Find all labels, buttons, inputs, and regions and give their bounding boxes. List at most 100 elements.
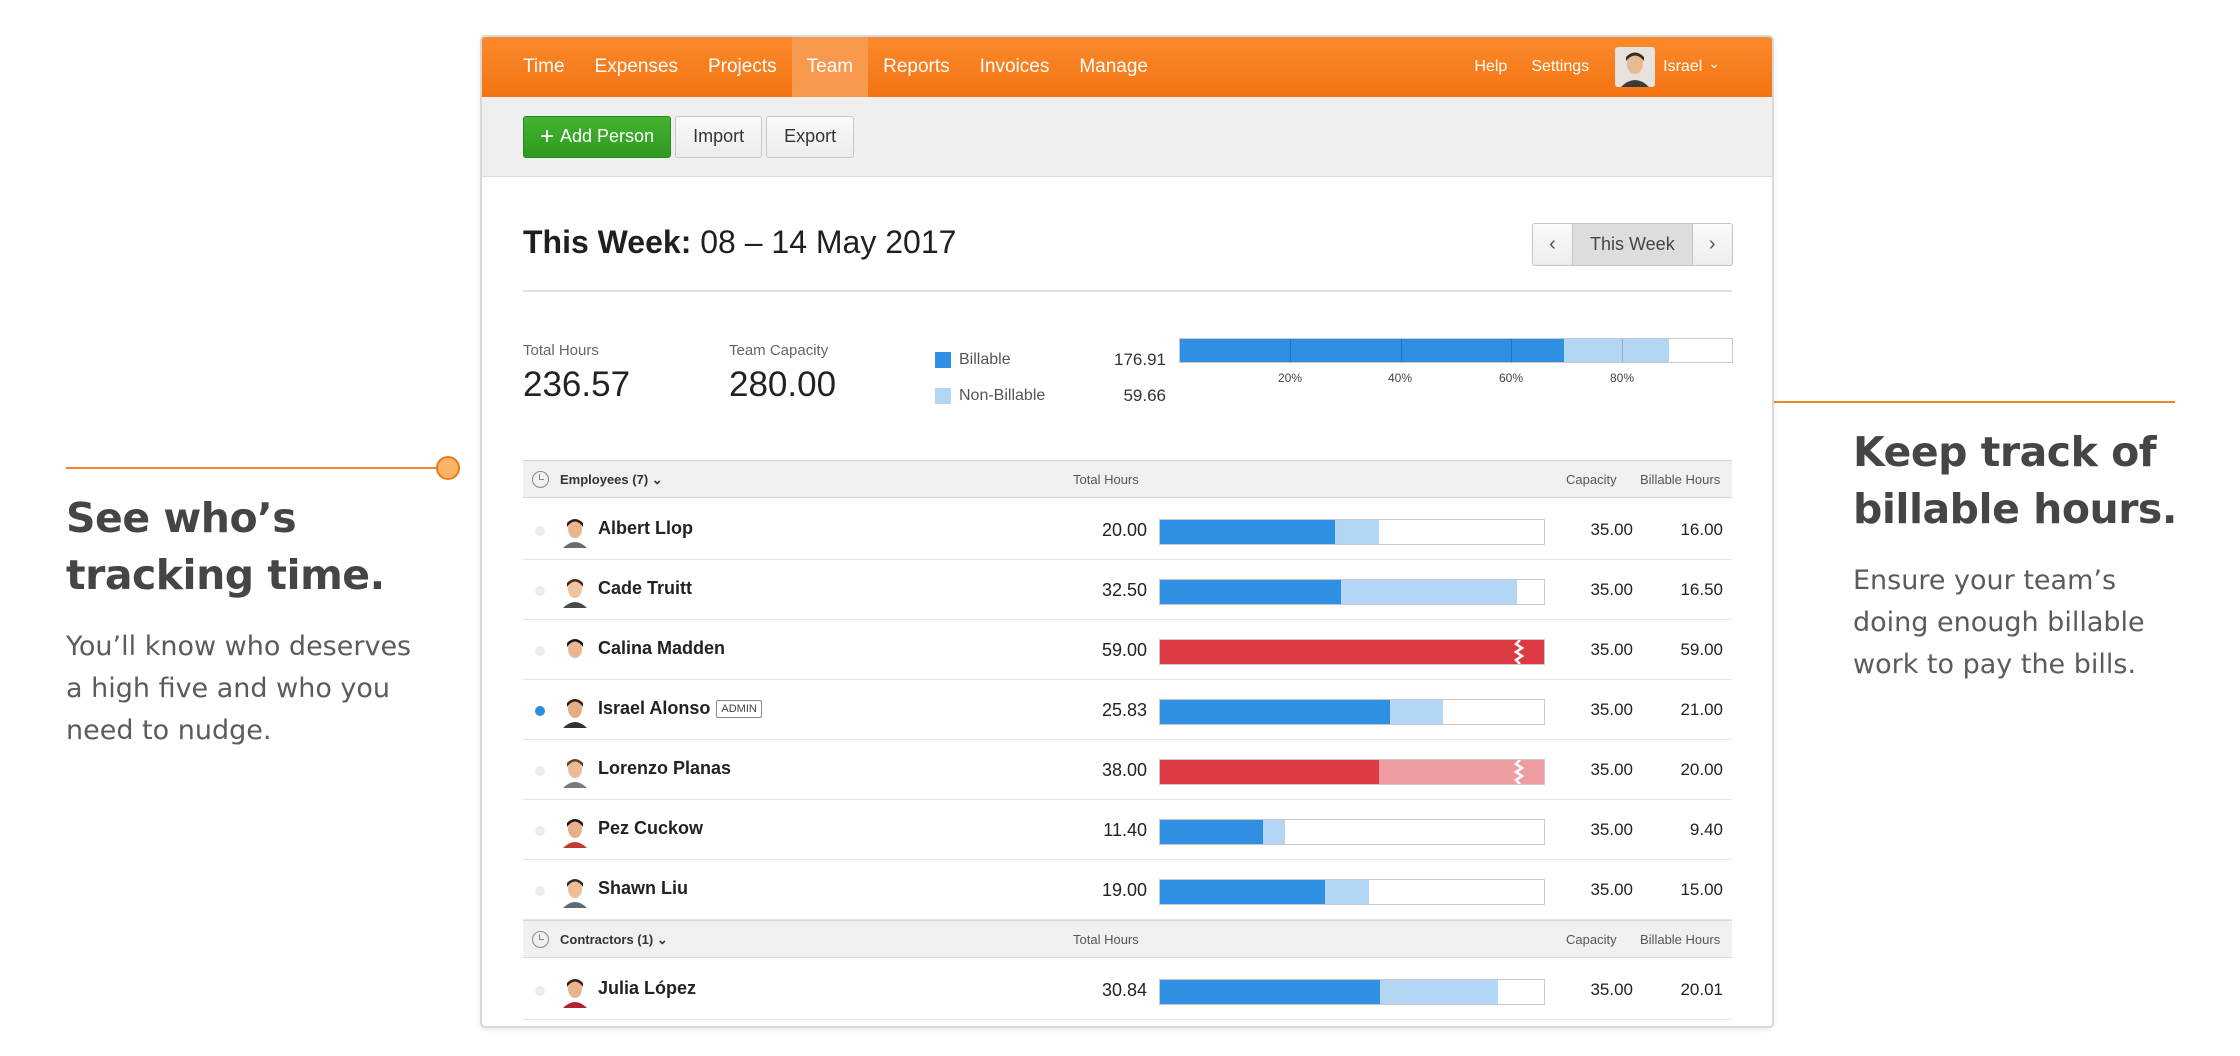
nav-time[interactable]: Time: [508, 37, 580, 97]
summary-billable-segment: [1180, 339, 1564, 362]
billable-hours-value: 21.00: [1680, 700, 1723, 719]
add-person-button[interactable]: + Add Person: [523, 115, 672, 158]
nav-help[interactable]: Help: [1462, 58, 1519, 76]
table-row[interactable]: Pez Cuckow 11.40 35.00 9.40: [523, 800, 1732, 860]
nav-settings[interactable]: Settings: [1519, 58, 1601, 76]
tick-label-20: 20%: [1277, 371, 1303, 385]
user-menu[interactable]: Israel ⌄: [1615, 47, 1720, 87]
table-row[interactable]: Shawn Liu 19.00 35.00 15.00: [523, 860, 1732, 920]
tick-label-60: 60%: [1498, 371, 1524, 385]
table-row[interactable]: Lorenzo Planas 38.00 35.00 20.00: [523, 740, 1732, 800]
nav-right-group: Help Settings Israel ⌄: [1462, 37, 1772, 97]
hours-capacity-bar: [1159, 699, 1545, 725]
total-hours-value: 38.00: [1101, 760, 1147, 780]
billable-segment: [1160, 520, 1335, 544]
billable-segment: [1160, 580, 1341, 604]
timer-status-dot: [535, 586, 545, 596]
avatar: [560, 694, 590, 728]
left-callout-title: See who’s tracking time.: [66, 494, 385, 599]
avatar: [560, 514, 590, 548]
capacity-value: 35.00: [1590, 700, 1633, 719]
capacity-value: 35.00: [1590, 520, 1633, 539]
column-total-hours: Total Hours: [1073, 932, 1139, 947]
summary-tick: [1621, 339, 1623, 362]
tick-label-80: 80%: [1609, 371, 1635, 385]
team-capacity-stat: Team Capacity 280.00: [729, 342, 836, 405]
legend-nonbillable: Non-Billable: [935, 378, 1045, 414]
import-button[interactable]: Import: [675, 115, 763, 158]
timer-status-dot: [535, 886, 545, 896]
billable-segment: [1160, 880, 1325, 904]
legend-values: 176.91 59.66: [1102, 342, 1166, 414]
person-name[interactable]: Pez Cuckow: [598, 818, 703, 839]
hours-capacity-bar: [1159, 519, 1545, 545]
table-row[interactable]: Albert Llop 20.00 35.00 16.00: [523, 500, 1732, 560]
total-hours-value: 32.50: [1101, 580, 1147, 600]
nav-manage[interactable]: Manage: [1064, 37, 1163, 97]
legend-nonbillable-label: Non-Billable: [959, 387, 1046, 404]
hours-capacity-bar: [1159, 579, 1545, 605]
person-name[interactable]: Calina Madden: [598, 638, 725, 659]
billable-segment: [1160, 760, 1379, 784]
nav-expenses[interactable]: Expenses: [580, 37, 693, 97]
user-avatar: [1615, 47, 1656, 87]
capacity-value: 35.00: [1590, 640, 1633, 659]
capacity-value: 35.00: [1590, 980, 1633, 999]
timer-status-dot: [535, 986, 545, 996]
summary-tick: [1511, 339, 1513, 362]
chevron-down-icon: ⌄: [1708, 54, 1720, 71]
person-name[interactable]: Cade Truitt: [598, 578, 692, 599]
header-divider: [523, 290, 1732, 292]
table-row[interactable]: Julia López 30.84 35.00 20.01: [523, 960, 1732, 1020]
timer-status-dot: [535, 766, 545, 776]
team-capacity-bar: [1179, 338, 1733, 363]
top-navigation: Time Expenses Projects Team Reports Invo…: [482, 37, 1772, 97]
left-callout-line: [66, 467, 446, 469]
column-billable-hours: Billable Hours: [1640, 472, 1721, 487]
person-name[interactable]: Lorenzo Planas: [598, 758, 731, 779]
nav-invoices[interactable]: Invoices: [965, 37, 1065, 97]
hours-capacity-bar: [1159, 639, 1545, 665]
billable-hours-value: 20.00: [1680, 760, 1723, 779]
page-title: This Week: 08 – 14 May 2017: [523, 224, 956, 261]
capacity-value: 35.00: [1590, 580, 1633, 599]
left-callout-marker: [436, 456, 460, 480]
person-name[interactable]: Shawn Liu: [598, 878, 688, 899]
billable-segment: [1160, 640, 1544, 664]
right-callout: Keep track of billable hours. Ensure you…: [1853, 424, 2183, 686]
billable-hours-total: 176.91: [1114, 350, 1166, 369]
team-capacity-label: Team Capacity: [729, 342, 829, 359]
export-button[interactable]: Export: [766, 115, 855, 158]
total-hours-stat: Total Hours 236.57: [523, 342, 630, 405]
billable-segment: [1160, 700, 1390, 724]
clock-icon: [532, 471, 549, 488]
person-name[interactable]: Julia López: [598, 978, 696, 999]
table-row[interactable]: Calina Madden 59.00 35.00 59.00: [523, 620, 1732, 680]
employees-group-header[interactable]: Employees (7) ⌄ Total Hours Capacity Bil…: [523, 460, 1732, 498]
table-row[interactable]: Cade Truitt 32.50 35.00 16.50: [523, 560, 1732, 620]
clock-icon: [532, 931, 549, 948]
person-name[interactable]: Albert Llop: [598, 518, 693, 539]
previous-week-icon[interactable]: ‹: [1533, 224, 1572, 265]
person-name[interactable]: Israel Alonso ADMIN: [598, 698, 762, 719]
legend-billable: Billable: [935, 342, 1045, 378]
table-row[interactable]: Israel Alonso ADMIN 25.83 35.00 21.00: [523, 680, 1732, 740]
contractors-group-header[interactable]: Contractors (1) ⌄ Total Hours Capacity B…: [523, 920, 1732, 958]
next-week-icon[interactable]: ›: [1692, 224, 1732, 265]
nav-reports[interactable]: Reports: [868, 37, 965, 97]
timer-status-dot: [535, 526, 545, 536]
avatar: [560, 814, 590, 848]
week-title-label: This Week:: [523, 224, 692, 260]
billable-hours-value: 16.50: [1680, 580, 1723, 599]
this-week-button[interactable]: This Week: [1572, 224, 1693, 265]
billable-segment: [1160, 820, 1263, 844]
chevron-down-icon: ⌄: [651, 472, 663, 487]
action-toolbar: + Add Person Import Export: [482, 97, 1772, 177]
left-callout: See who’s tracking time. You’ll know who…: [66, 490, 426, 752]
nav-projects[interactable]: Projects: [693, 37, 792, 97]
avatar: [560, 634, 590, 668]
total-hours-value: 236.57: [523, 365, 631, 404]
hours-capacity-bar: [1159, 759, 1545, 785]
week-range: 08 – 14 May 2017: [700, 224, 957, 260]
nav-team[interactable]: Team: [791, 37, 869, 97]
